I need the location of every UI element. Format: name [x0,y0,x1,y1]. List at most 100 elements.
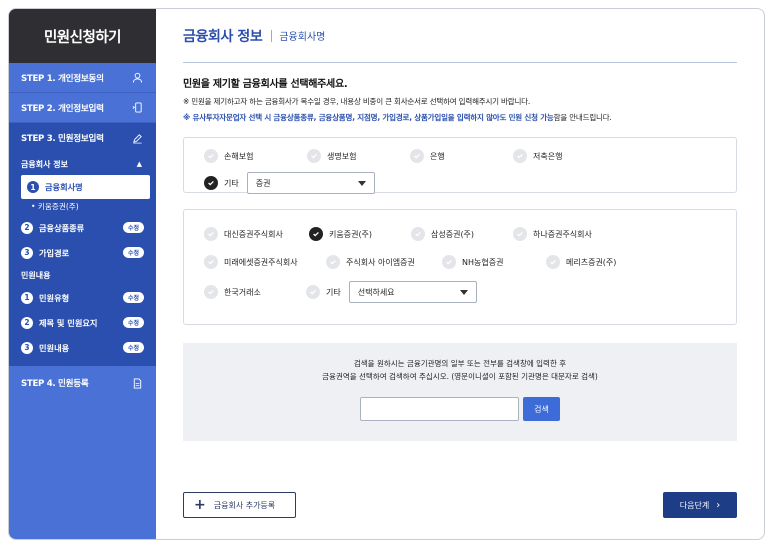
category-option-other[interactable]: 기타 [204,176,239,190]
check-icon[interactable] [411,227,425,241]
check-icon[interactable] [410,149,424,163]
company-option[interactable]: 삼성증권(주) [411,227,513,241]
category-other-row: 기타 증권 [204,168,716,198]
option-label: 한국거래소 [224,287,261,297]
option-label: 미래에셋증권주식회사 [224,257,298,267]
check-icon[interactable] [442,255,456,269]
check-icon[interactable] [204,176,218,190]
page-header: 금융회사 정보 금융회사명 [183,9,737,63]
next-step-label: 다음단계 [679,500,710,510]
page-title: 금융회사 정보 [183,28,263,45]
option-label: 대신증권주식회사 [224,229,283,239]
sidebar-item-title-summary[interactable]: 2 제목 및 민원요지 수정 [9,310,156,335]
step-3-label: STEP 3. 민원정보입력 [21,134,104,144]
check-icon[interactable] [306,285,320,299]
company-option[interactable]: 하나증권주식회사 [513,227,592,241]
page-subtitle: 금융회사명 [279,32,326,43]
edit-badge[interactable]: 수정 [122,222,144,233]
phone-icon [130,101,144,115]
option-label: 메리츠증권(주) [566,257,617,267]
check-icon[interactable] [204,149,218,163]
sidebar-item-company-name[interactable]: 1 금융회사명 [21,175,150,199]
sidebar-step-1[interactable]: STEP 1. 개인정보동의 [9,63,156,93]
chevron-right-icon: › [716,499,721,511]
edit-badge[interactable]: 수정 [122,292,144,303]
option-label: 하나증권주식회사 [533,229,592,239]
company-option[interactable]: 키움증권(주) [309,227,411,241]
check-icon[interactable] [546,255,560,269]
option-label: NH농협증권 [462,257,504,267]
select-value: 선택하세요 [357,287,395,297]
option-label: 은행 [430,151,445,161]
group-financial-info-label: 금융회사 정보 [21,159,68,169]
company-select[interactable]: 선택하세요 [348,281,477,303]
app-window: 민원신청하기 STEP 1. 개인정보동의 STEP 2. 개인정보입력 STE… [8,8,765,540]
check-icon[interactable] [326,255,340,269]
sidebar-item-label: 금융상품종류 [39,222,85,233]
bottom-actions: + 금융회사 추가등록 다음단계 › [183,492,737,518]
main-content: 금융회사 정보 금융회사명 민원을 제기할 금융회사를 선택해주세요. ※ 민원… [156,9,764,539]
step-number: 2 [21,221,33,234]
sidebar-step-3[interactable]: STEP 3. 민원정보입력 [9,123,156,153]
sidebar-item-complaint-type[interactable]: 1 민원유형 수정 [9,285,156,310]
company-option[interactable]: 대신증권주식회사 [204,227,309,241]
check-icon[interactable] [513,149,527,163]
sidebar-item-join-route[interactable]: 3 가입경로 수정 [9,240,156,265]
step-number: 2 [21,316,33,329]
step-3-subpanel: 금융회사 정보 ▲ 1 금융회사명 • 키움증권(주) 2 금융상품종류 수정 … [9,153,156,366]
company-option-other[interactable]: 기타 [306,285,341,299]
search-instruction-2: 금융권역을 선택하여 검색하여 주십시오. (영문이니셜이 포함된 기관명은 대… [322,372,598,381]
sidebar-item-complaint-content[interactable]: 3 민원내용 수정 [9,335,156,360]
check-icon[interactable] [513,227,527,241]
sidebar-step-4[interactable]: STEP 4. 민원등록 [9,366,156,400]
check-icon[interactable] [204,255,218,269]
search-input[interactable] [360,397,519,421]
category-option[interactable]: 손해보험 [204,149,307,163]
question-heading: 민원을 제기할 금융회사를 선택해주세요. [183,79,348,90]
step-number: 3 [21,246,33,259]
company-row-3: 한국거래소 기타 선택하세요 [204,278,716,306]
category-option[interactable]: 은행 [410,149,513,163]
search-row: 검색 [183,397,737,421]
category-box: 손해보험 생명보험 은행 저축은행 기타 증권 [183,137,737,194]
title-divider [271,29,273,42]
edit-badge[interactable]: 수정 [122,247,144,258]
option-label: 삼성증권(주) [431,229,475,239]
option-label: 기타 [224,178,239,188]
check-icon[interactable] [204,227,218,241]
sidebar-item-product-type[interactable]: 2 금융상품종류 수정 [9,215,156,240]
check-icon[interactable] [307,149,321,163]
company-option[interactable]: 주식회사 아이엠증권 [326,255,442,269]
sidebar-title: 민원신청하기 [9,9,156,63]
company-option[interactable]: 메리츠증권(주) [546,255,616,269]
edit-badge[interactable]: 수정 [122,317,144,328]
next-step-button[interactable]: 다음단계 › [663,492,737,518]
company-option[interactable]: 미래에셋증권주식회사 [204,255,326,269]
step-1-label: STEP 1. 개인정보동의 [21,73,104,84]
sidebar: 민원신청하기 STEP 1. 개인정보동의 STEP 2. 개인정보입력 STE… [9,9,156,539]
category-option[interactable]: 생명보험 [307,149,410,163]
group-financial-info[interactable]: 금융회사 정보 ▲ [9,153,156,175]
category-row: 손해보험 생명보험 은행 저축은행 [204,144,716,168]
check-icon[interactable] [204,285,218,299]
sidebar-item-label: 금융회사명 [45,182,83,192]
edit-badge[interactable]: 수정 [122,342,144,353]
search-button[interactable]: 검색 [523,397,560,421]
sidebar-item-label: 민원유형 [39,292,70,303]
person-icon [130,71,144,85]
sidebar-step-2[interactable]: STEP 2. 개인정보입력 [9,93,156,123]
chevron-down-icon [357,180,366,186]
step-number: 1 [27,181,39,193]
step-2-label: STEP 2. 개인정보입력 [21,103,104,114]
category-select[interactable]: 증권 [246,172,375,194]
company-option[interactable]: NH농협증권 [442,255,546,269]
search-instruction-1: 검색을 원하시는 금융기관명의 일부 또는 전부를 검색창에 입력한 후 [353,359,567,368]
option-label: 키움증권(주) [329,229,373,239]
category-option[interactable]: 저축은행 [513,149,562,163]
caret-up-icon[interactable]: ▲ [137,160,142,168]
check-icon[interactable] [309,227,323,241]
company-option[interactable]: 한국거래소 [204,285,306,299]
group-complaint-content: 민원내용 [21,270,51,280]
add-company-button[interactable]: + 금융회사 추가등록 [183,492,296,518]
company-row-2: 미래에셋증권주식회사 주식회사 아이엠증권 NH농협증권 메리츠증권(주) [204,246,716,278]
